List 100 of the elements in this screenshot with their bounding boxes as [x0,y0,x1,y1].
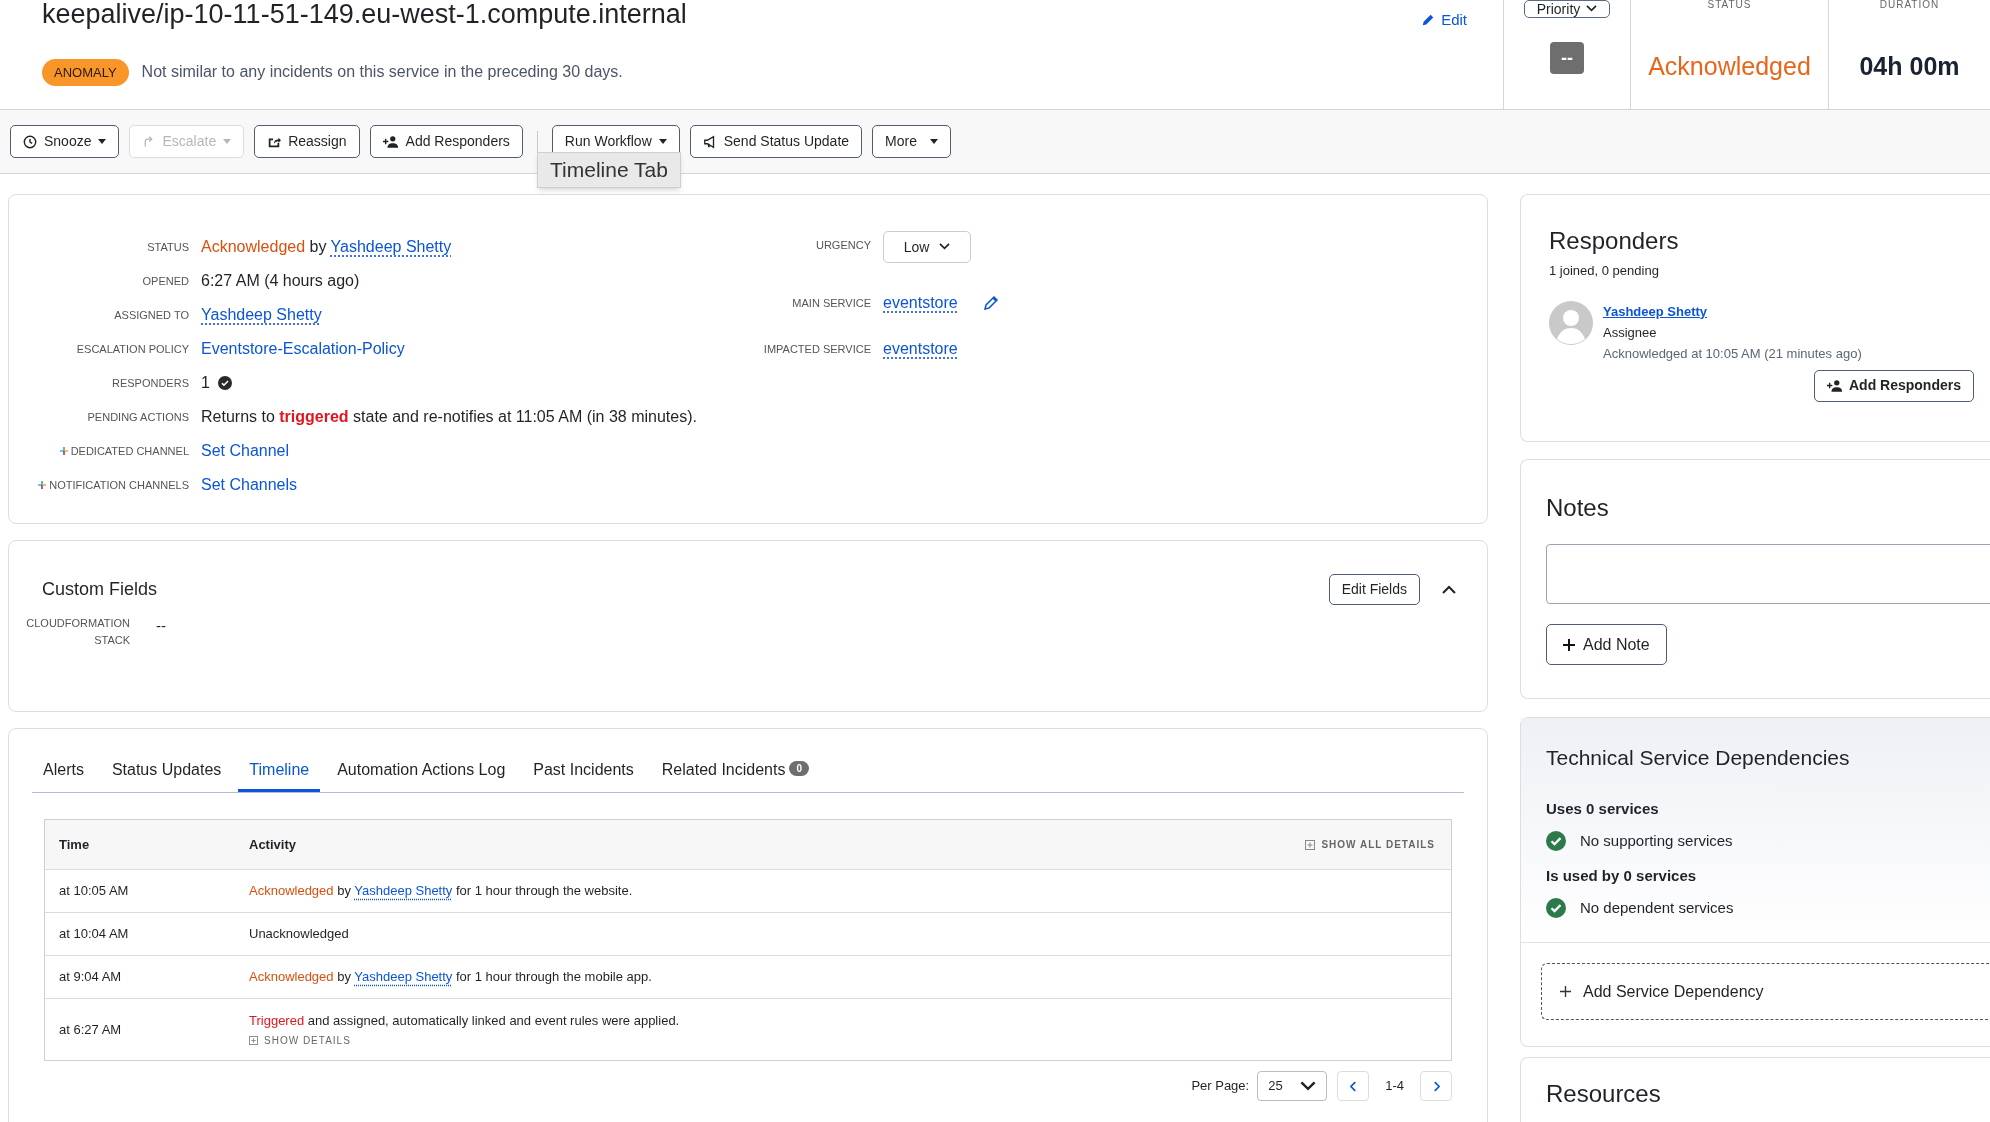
tab[interactable]: Status Updates [100,758,233,792]
section-title: Responders [1549,226,1680,256]
activity-text: Acknowledged by Yashdeep Shetty for 1 hour through the mobile app. [249,968,653,987]
field-value: 1 [201,373,210,393]
field-label: CLOUDFORMATION STACK [25,616,130,648]
priority-value: -- [1550,42,1584,74]
activity-text: Unacknowledged [249,925,350,944]
show-details-button[interactable]: SHOW DETAILS [249,1033,351,1049]
per-page-dropdown[interactable]: 25 [1257,1071,1328,1101]
chevron-right-icon [1432,1080,1440,1092]
add-responders-button[interactable]: Add Responders [1814,369,1974,402]
add-service-dependency-button[interactable]: Add Service Dependency [1541,963,1990,1020]
duration-label: DURATION [1879,0,1940,10]
caret-icon [223,139,232,144]
pencil-icon [1421,13,1436,28]
field-label: URGENCY [815,238,871,254]
field-label: PENDING ACTIONS [87,409,189,425]
field-label: NOTIFICATION CHANNELS [49,477,189,493]
tab[interactable]: Past Incidents [522,758,645,792]
caret-icon [658,139,667,144]
section-title: Technical Service Dependencies [1546,745,1851,771]
responders-summary: 1 joined, 0 pending [1549,262,1660,280]
plus-icon [1563,638,1575,651]
edit-link[interactable]: Edit [1421,9,1467,32]
tooltip: Timeline Tab [537,152,681,188]
field-label: STATUS [147,239,189,255]
responder-note: Acknowledged at 10:05 AM (21 minutes ago) [1603,344,1862,363]
count-badge: 0 [789,761,809,776]
toolbar-button[interactable]: Reassign [254,125,360,158]
field-label: ASSIGNED TO [114,307,189,323]
responder-role: Assignee [1603,323,1658,342]
person-link[interactable]: Yashdeep Shetty [1603,300,1708,322]
person-link[interactable]: Yashdeep Shetty [330,238,452,255]
note-input[interactable] [1546,544,1990,604]
field-label: IMPACTED SERVICE [762,341,871,357]
field-label: MAIN SERVICE [791,295,871,311]
chevron-up-icon[interactable] [1442,585,1456,594]
service-link[interactable]: eventstore [883,337,958,361]
plus-icon [1560,986,1571,997]
check-icon [1546,831,1566,852]
status-value: Acknowledged [1648,51,1811,82]
value-link[interactable]: Eventstore-Escalation-Policy [201,340,405,357]
dependency-status: No supporting services [1580,831,1733,851]
megaphone-icon [702,134,717,149]
group-heading: Is used by 0 services [1546,865,1698,886]
previous-page-button[interactable] [1337,1071,1370,1101]
clock-icon [23,134,37,149]
field-value: -- [156,616,166,636]
field-value: 6:27 AM (4 hours ago) [201,271,360,291]
time-cell-text: at 10:04 AM [58,925,130,944]
add-person-icon [1827,379,1843,392]
caret-icon [929,139,938,144]
tab[interactable]: Related Incidents 0 [650,758,820,792]
value-link[interactable]: Set Channel [201,442,290,459]
tab[interactable]: Automation Actions Log [326,758,517,792]
column-header: Activity [249,835,297,854]
expand-icon [249,1036,258,1046]
add-note-button[interactable]: Add Note [1546,624,1667,665]
service-link[interactable]: eventstore [883,291,958,315]
avatar [1549,300,1593,345]
person-link[interactable]: Yashdeep Shetty [201,306,322,323]
toolbar-button[interactable]: Add Responders [369,125,523,158]
per-page-label: Per Page: [1191,1077,1250,1096]
more-button[interactable]: More [872,125,951,158]
section-title: Resources [1546,1079,1662,1109]
add-person-icon [382,135,399,148]
person-link[interactable]: Yashdeep Shetty [354,883,453,899]
time-cell-text: at 6:27 AM [58,1020,123,1039]
urgency-dropdown[interactable]: Low [883,231,971,263]
next-page-button[interactable] [1420,1071,1452,1101]
section-title: Custom Fields [42,578,158,601]
field-label: ESCALATION POLICY [76,341,189,357]
column-header: Time [58,835,91,854]
field-label: OPENED [142,273,189,289]
show-all-details-button[interactable]: SHOW ALL DETAILS [1305,837,1435,852]
person-link[interactable]: Yashdeep Shetty [354,969,453,985]
field-value: Acknowledged by Yashdeep Shetty [201,237,452,257]
activity-text: Acknowledged by Yashdeep Shetty for 1 hour through the website. [249,882,634,901]
chevron-down-icon [1586,5,1598,13]
time-cell-text: at 10:05 AM [58,882,130,901]
toolbar-button[interactable]: Snooze [10,125,120,158]
tab[interactable]: Alerts [32,758,95,792]
expand-icon [1305,839,1316,850]
priority-dropdown[interactable]: Priority [1523,0,1611,18]
field-label: RESPONDERS [111,375,189,391]
edit-fields-button[interactable]: Edit Fields [1328,574,1420,605]
chevron-down-icon [1300,1080,1317,1092]
field-value: Returns to triggered state and re-notifies at 11:05 AM (in 38 minutes). [201,407,697,427]
status-label: STATUS [1707,0,1752,10]
group-heading: Uses 0 services [1546,798,1660,819]
activity-text: Triggered and assigned, automatically linked and event rules were applied. [249,1011,681,1030]
tab[interactable]: Timeline [238,758,321,792]
caret-icon [98,139,107,144]
check-icon [1546,898,1566,919]
chevron-down-icon [939,243,951,251]
incident-title: keepalive/ip-10-11-51-149.eu-west-1.compute.internal [42,0,687,28]
toolbar-button[interactable]: Send Status Update [689,125,863,158]
field-label: DEDICATED CHANNEL [70,443,189,459]
section-title: Notes [1546,493,1610,523]
value-link[interactable]: Set Channels [201,476,298,493]
